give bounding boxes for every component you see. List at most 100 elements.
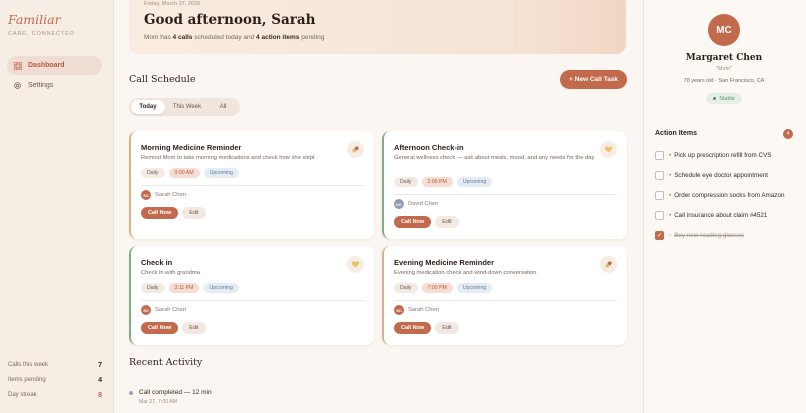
card-description: Remind Mom to take morning medications a… <box>141 155 315 161</box>
tab-all[interactable]: All <box>209 100 237 114</box>
schedule-tabs: Today This Week All <box>129 98 240 116</box>
card-description: General wellness check — ask about meals… <box>394 155 595 161</box>
bullet-icon: • <box>669 212 672 219</box>
card-divider <box>394 300 617 301</box>
gear-icon <box>13 81 22 90</box>
grid-icon <box>13 61 22 70</box>
card-actions: Call Now Edit <box>394 322 459 334</box>
sidebar-item-label: Dashboard <box>28 62 65 69</box>
tab-this-week[interactable]: This Week <box>165 100 209 114</box>
sidebar-item-label: Settings <box>28 82 54 89</box>
frequency-badge: Daily <box>141 283 165 293</box>
call-now-button[interactable]: Call Now <box>394 216 432 228</box>
tab-today[interactable]: Today <box>131 100 165 114</box>
status-dot-icon <box>713 97 717 100</box>
card-actions: Call Now Edit <box>394 216 459 228</box>
call-card-afternoon-checkin: Afternoon Check-in General wellness chec… <box>382 131 627 239</box>
card-title: Evening Medicine Reminder <box>394 258 495 267</box>
pill-icon <box>600 256 617 273</box>
time-badge: 7:00 PM <box>421 283 453 293</box>
hero-date: Friday, March 27, 2026 <box>144 1 201 7</box>
profile-meta: 78 years old · San Francisco, CA <box>683 78 765 84</box>
action-item[interactable]: • Schedule eye doctor appointment <box>655 171 768 180</box>
edit-button[interactable]: Edit <box>435 322 459 334</box>
time-badge: 2:00 PM <box>421 177 453 187</box>
heart-icon <box>600 141 617 158</box>
bullet-icon: • <box>669 232 672 239</box>
brand-tagline: CARE, CONNECTED <box>8 31 75 37</box>
card-description: Evening medication check and wind-down c… <box>394 270 537 276</box>
action-item[interactable]: • Call insurance about claim #4521 <box>655 211 767 220</box>
card-title: Morning Medicine Reminder <box>141 143 242 152</box>
status-badge: Upcoming <box>203 168 239 178</box>
activity-dot <box>129 391 133 395</box>
frequency-badge: Daily <box>394 177 418 187</box>
frequency-badge: Daily <box>141 168 165 178</box>
section-title-call-schedule: Call Schedule <box>129 74 196 85</box>
card-chips: Daily 3:11 PM Upcoming <box>141 283 239 293</box>
activity-time: Mar 27, 7:00 AM <box>139 399 178 405</box>
status-badge: Stable <box>706 93 742 104</box>
card-title: Check in <box>141 258 173 267</box>
card-chips: Daily 2:00 PM Upcoming <box>394 177 493 187</box>
stat-items-pending: Items pending 4 <box>8 377 102 384</box>
action-items-count: 4 <box>783 129 793 139</box>
page-title: Good afternoon, Sarah <box>144 12 316 28</box>
checkbox[interactable] <box>655 211 664 220</box>
profile-nickname: "Mom" <box>715 66 733 72</box>
card-chips: Daily 7:00 PM Upcoming <box>394 283 493 293</box>
call-card-check-in: Check in Check in with grandma Daily 3:1… <box>129 246 374 345</box>
status-badge: Upcoming <box>456 177 493 187</box>
checkbox[interactable] <box>655 171 664 180</box>
call-now-button[interactable]: Call Now <box>141 322 179 334</box>
checkbox[interactable] <box>655 191 664 200</box>
edit-button[interactable]: Edit <box>182 207 206 219</box>
card-divider <box>141 185 364 186</box>
bullet-icon: • <box>669 172 672 179</box>
card-owner: SC Sarah Chen <box>141 190 186 200</box>
card-actions: Call Now Edit <box>141 207 206 219</box>
frequency-badge: Daily <box>394 283 418 293</box>
action-item[interactable]: ✓ • Buy new reading glasses <box>655 231 744 240</box>
bullet-icon: • <box>669 192 672 199</box>
checkbox-checked[interactable]: ✓ <box>655 231 664 240</box>
card-chips: Daily 9:00 AM Upcoming <box>141 168 239 178</box>
action-item[interactable]: • Pick up prescription refill from CVS <box>655 151 772 160</box>
checkbox[interactable] <box>655 151 664 160</box>
avatar: MC <box>708 14 740 46</box>
card-title: Afternoon Check-in <box>394 143 464 152</box>
avatar: SC <box>141 190 151 200</box>
call-card-evening-medicine: Evening Medicine Reminder Evening medica… <box>382 246 627 345</box>
call-card-morning-medicine: Morning Medicine Reminder Remind Mom to … <box>129 131 374 239</box>
brand-logo: Familiar <box>8 12 61 27</box>
pill-icon <box>347 141 364 158</box>
avatar: SC <box>394 305 404 315</box>
sidebar-item-settings[interactable]: Settings <box>7 76 102 95</box>
sidebar: Familiar CARE, CONNECTED Dashboard Setti… <box>0 0 114 413</box>
sidebar-item-dashboard[interactable]: Dashboard <box>7 56 102 75</box>
call-now-button[interactable]: Call Now <box>394 322 432 334</box>
new-call-task-button[interactable]: + New Call Task <box>560 70 627 89</box>
card-divider <box>141 300 364 301</box>
stat-day-streak: Day streak 8 <box>8 392 102 399</box>
card-owner: SC Sarah Chen <box>141 305 186 315</box>
time-badge: 3:11 PM <box>168 283 200 293</box>
section-title-recent-activity: Recent Activity <box>129 357 203 368</box>
card-actions: Call Now Edit <box>141 322 206 334</box>
avatar: SC <box>141 305 151 315</box>
time-badge: 9:00 AM <box>168 168 200 178</box>
hero-summary: Mom has 4 calls scheduled today and 4 ac… <box>144 34 325 41</box>
activity-text: Call completed — 12 min <box>139 389 212 396</box>
card-owner: DC David Chen <box>394 199 438 209</box>
card-divider <box>394 194 617 195</box>
action-item[interactable]: • Order compression socks from Amazon <box>655 191 784 200</box>
card-owner: SC Sarah Chen <box>394 305 439 315</box>
status-badge: Upcoming <box>203 283 239 293</box>
call-now-button[interactable]: Call Now <box>141 207 179 219</box>
status-badge: Upcoming <box>456 283 493 293</box>
edit-button[interactable]: Edit <box>435 216 459 228</box>
card-description: Check in with grandma <box>141 270 200 276</box>
profile-name: Margaret Chen <box>685 53 763 63</box>
edit-button[interactable]: Edit <box>182 322 206 334</box>
bullet-icon: • <box>669 152 672 159</box>
